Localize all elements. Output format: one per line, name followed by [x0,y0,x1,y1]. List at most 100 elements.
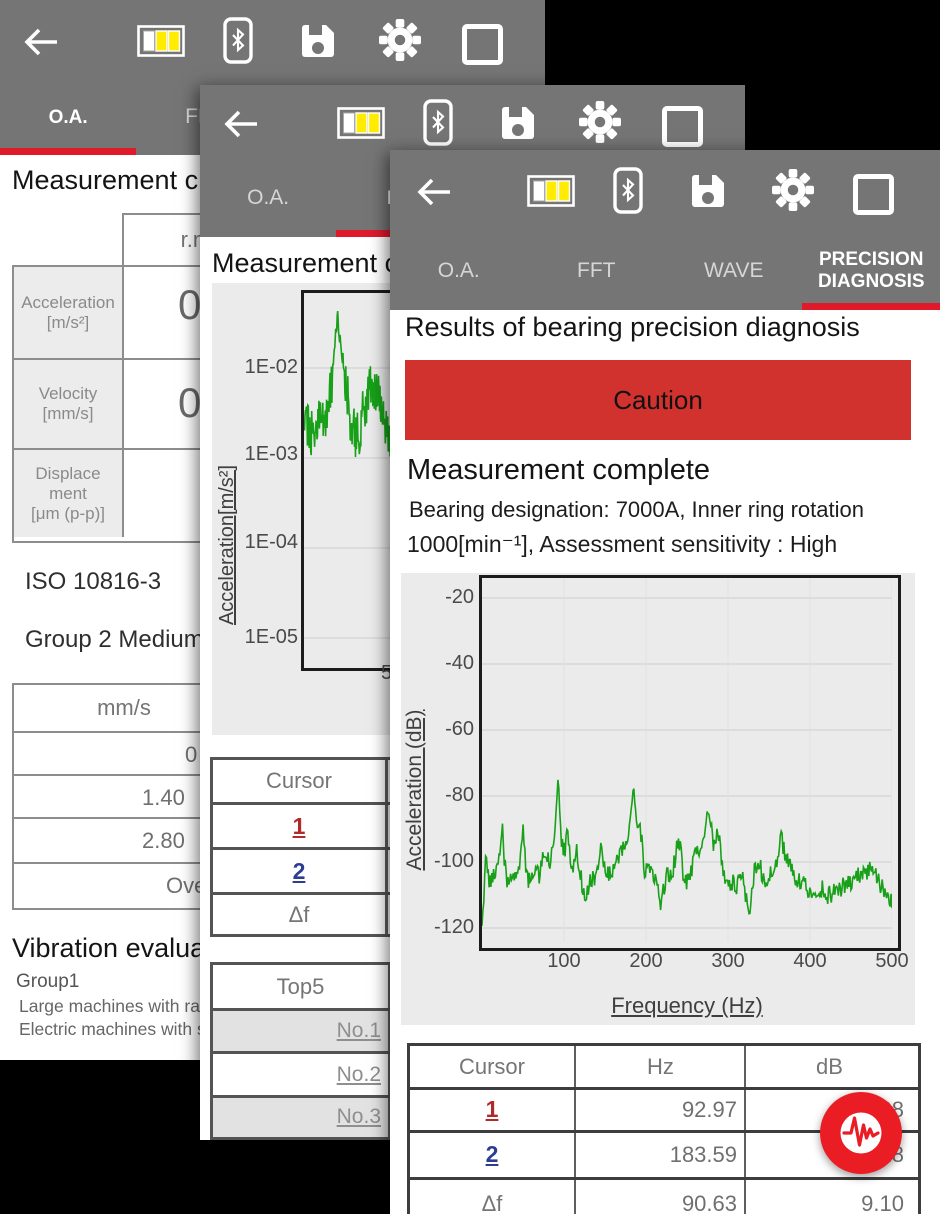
measure-fab-button[interactable] [820,1092,902,1174]
y-tick-label: 1E-03 [230,443,298,466]
label-line: Acceleration [14,293,122,313]
precision-chart [482,578,892,942]
bearing-detail-line: 1000[min⁻¹], Assessment sensitivity : Hi… [407,531,837,558]
cursor-header: Cursor [213,760,385,802]
stop-square-icon[interactable] [853,174,894,215]
battery-icon[interactable] [137,25,185,57]
label-line: [μm (p-p)] [14,504,122,524]
top5-no1-link[interactable]: No.1 [213,1011,381,1054]
y-tick-label: -120 [410,916,474,939]
delta-f-label: Δf [410,1180,574,1214]
back-arrow-icon[interactable] [220,104,260,144]
y-tick-label: -100 [410,850,474,873]
toolbar [390,150,940,232]
battery-icon[interactable] [337,107,385,139]
y-tick-label: -40 [410,652,474,675]
toolbar [0,0,545,80]
cursor-2-link[interactable]: 2 [213,850,385,895]
top5-header: Top5 [213,965,388,1008]
measurement-complete-heading: Measurement complete [407,454,710,487]
tab-oa[interactable]: O.A. [0,80,136,155]
settings-gear-icon[interactable] [772,169,814,211]
bearing-detail-line: Bearing designation: 7000A, Inner ring r… [409,497,864,523]
tab-oa[interactable]: O.A. [390,232,528,310]
stop-square-icon[interactable] [462,24,503,65]
threshold-value: 0 [185,742,197,768]
y-tick-label: 1E-02 [230,356,298,379]
tab-label: O.A. [247,186,289,210]
delta-f-hz: 90.63 [577,1180,737,1214]
threshold-value: 1.40 [142,785,185,811]
bluetooth-phone-icon[interactable] [223,17,253,64]
row-label-velocity: Velocity [mm/s] [14,360,124,448]
page-title: Measurement c [12,165,198,196]
cursor-1-hz: 92.97 [577,1090,737,1130]
save-floppy-icon[interactable] [688,171,728,211]
tab-label: O.A. [438,259,480,283]
delta-f-label: Δf [213,895,385,934]
group1-text: Group1 [16,971,79,993]
tab-label: WAVE [704,259,764,283]
threshold-value: 2.80 [142,828,185,854]
back-arrow-icon[interactable] [413,172,453,212]
tab-label: PRECISION DIAGNOSIS [809,249,935,293]
tab-label: FFT [577,259,615,283]
tab-precision-diagnosis[interactable]: PRECISION DIAGNOSIS [803,232,940,310]
acceleration-value: 0 [178,281,201,329]
page-title: Results of bearing precision diagnosis [405,312,860,343]
tab-oa[interactable]: O.A. [200,160,336,237]
delta-f-db: 9.10 [747,1180,904,1214]
tab-wave[interactable]: WAVE [665,232,803,310]
save-floppy-icon[interactable] [298,21,338,61]
screen: { "colors": { "toolbar_gray": "#757575",… [0,0,940,1214]
x-tick-label: 500 [862,950,922,973]
cursor-2-hz: 183.59 [577,1133,737,1177]
label-line: Velocity [14,384,122,404]
app-window-precision-diagnosis: O.A. FFT WAVE PRECISION DIAGNOSIS Result… [390,150,940,1214]
bluetooth-phone-icon[interactable] [613,167,643,214]
row-label-acceleration: Acceleration [m/s²] [14,267,124,358]
back-arrow-icon[interactable] [20,22,60,62]
battery-icon[interactable] [527,175,575,207]
active-tab-underline [0,148,136,155]
y-tick-label: 1E-04 [230,531,298,554]
col-header-db: dB [747,1046,912,1087]
cursor-2-link[interactable]: 2 [410,1133,574,1177]
save-floppy-icon[interactable] [498,103,538,143]
caution-status-banner: Caution [405,360,911,440]
tab-label: O.A. [49,107,88,129]
label-line: [m/s²] [14,313,122,333]
settings-gear-icon[interactable] [579,101,621,143]
cursor-1-link[interactable]: 1 [213,805,385,850]
x-tick-label: 300 [698,950,758,973]
active-tab-underline [802,303,940,310]
stop-square-icon[interactable] [662,106,703,147]
col-header-cursor: Cursor [410,1046,574,1087]
toolbar [200,85,745,160]
group1-desc-line: Electric machines with s [19,1019,206,1040]
col-header-hz: Hz [577,1046,744,1087]
precision-x-axis-label: Frequency (Hz) [567,993,807,1019]
y-tick-label: 1E-05 [230,626,298,649]
x-tick-label: 400 [780,950,840,973]
top5-no2-link[interactable]: No.2 [213,1054,381,1098]
group1-desc-line: Large machines with rat [19,996,205,1017]
velocity-value: 0 [178,379,201,427]
x-tick-label: 200 [616,950,676,973]
group-text: Group 2 Medium- [25,626,212,654]
tab-bar: O.A. FFT WAVE PRECISION DIAGNOSIS [390,232,940,310]
page-title: Measurement c [212,248,398,279]
bluetooth-phone-icon[interactable] [423,99,453,146]
label-line: [mm/s] [14,404,122,424]
tab-fft[interactable]: FFT [528,232,666,310]
cursor-1-link[interactable]: 1 [410,1090,574,1130]
waveform-pulse-icon [820,1092,902,1174]
y-tick-label: -60 [410,718,474,741]
y-tick-label: -20 [410,586,474,609]
top5-no3-link[interactable]: No.3 [213,1098,381,1137]
settings-gear-icon[interactable] [379,19,421,61]
label-line: ment [14,484,122,504]
iso-standard-text: ISO 10816-3 [25,568,161,596]
y-tick-label: -80 [410,784,474,807]
label-line: Displace [14,464,122,484]
